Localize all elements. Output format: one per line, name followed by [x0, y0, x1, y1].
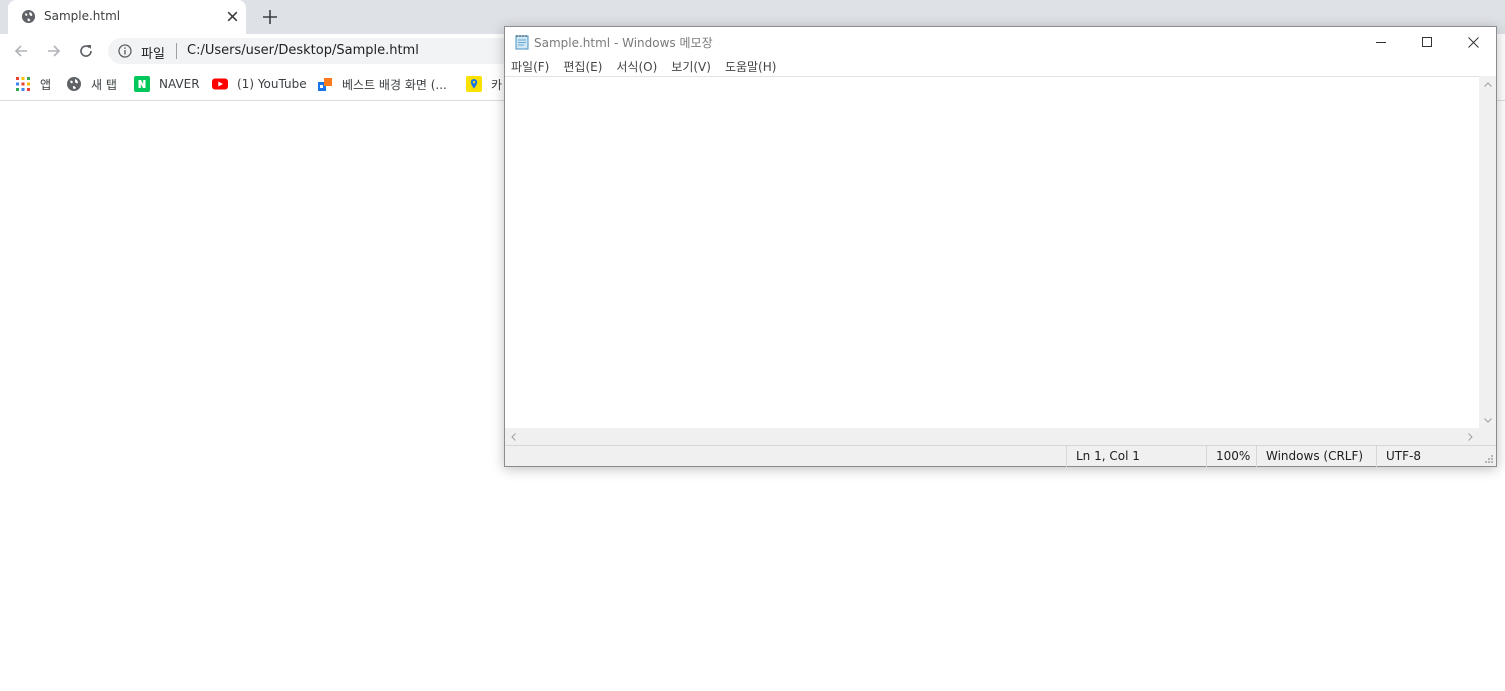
bookmark-label: 앱 [40, 77, 52, 92]
bookmark-wallpaper[interactable]: 베스트 배경 화면 (... [317, 75, 447, 93]
arrow-right-icon[interactable] [45, 42, 63, 60]
wallpaper-icon [318, 78, 332, 91]
bookmark-apps[interactable]: 앱 [15, 75, 51, 93]
close-icon[interactable] [226, 10, 239, 23]
chevron-left-icon [511, 432, 516, 441]
scroll-right-button[interactable] [1462, 428, 1479, 445]
arrow-left-icon[interactable] [12, 42, 30, 60]
chevron-down-icon [1483, 418, 1492, 423]
bookmark-new-tab[interactable]: 새 탭 [66, 75, 117, 93]
notepad-icon [515, 35, 529, 50]
chevron-up-icon [1483, 82, 1492, 87]
chevron-right-icon [1468, 432, 1473, 441]
notepad-title: Sample.html - Windows 메모장 [534, 36, 713, 50]
bookmark-label: 새 탭 [91, 77, 117, 92]
status-line-ending: Windows (CRLF) [1256, 446, 1376, 467]
reload-icon[interactable] [77, 42, 95, 60]
bookmark-kakao-map[interactable]: 카 [466, 75, 502, 93]
vertical-scrollbar[interactable] [1479, 76, 1496, 429]
status-encoding: UTF-8 [1376, 446, 1496, 467]
menu-edit[interactable]: 편집(E) [563, 58, 602, 75]
naver-icon [134, 76, 150, 92]
close-icon [1467, 36, 1479, 48]
address-bar[interactable]: 파일 C:/Users/user/Desktop/Sample.html [108, 38, 528, 64]
scroll-left-button[interactable] [505, 428, 522, 445]
notepad-titlebar[interactable]: Sample.html - Windows 메모장 [505, 27, 1496, 57]
status-cursor-position: Ln 1, Col 1 [1066, 446, 1206, 467]
minimize-icon [1376, 42, 1386, 43]
menu-file[interactable]: 파일(F) [511, 58, 549, 75]
menu-help[interactable]: 도움말(H) [725, 58, 777, 75]
menu-format[interactable]: 서식(O) [616, 58, 657, 75]
notepad-menubar: 파일(F) 편집(E) 서식(O) 보기(V) 도움말(H) [505, 57, 1496, 76]
resize-grip-icon[interactable] [1484, 454, 1494, 464]
close-button[interactable] [1450, 27, 1496, 57]
globe-icon [21, 9, 36, 24]
scroll-down-button[interactable] [1479, 412, 1496, 429]
bookmark-label: 베스트 배경 화면 (... [342, 77, 447, 92]
scheme-label: 파일 [141, 47, 165, 62]
horizontal-scrollbar[interactable] [505, 428, 1479, 445]
globe-icon [67, 77, 81, 91]
status-zoom: 100% [1206, 446, 1256, 467]
url-text[interactable]: C:/Users/user/Desktop/Sample.html [187, 43, 419, 58]
info-icon[interactable] [118, 44, 132, 58]
minimize-button[interactable] [1358, 27, 1404, 57]
omnibox-divider [176, 43, 177, 59]
apps-grid-icon [16, 77, 30, 91]
plus-icon[interactable] [261, 8, 279, 26]
menu-view[interactable]: 보기(V) [671, 58, 711, 75]
text-editor-area[interactable] [505, 76, 1496, 428]
bookmark-label: (1) YouTube [237, 77, 307, 91]
scrollbar-corner [1479, 428, 1496, 445]
scroll-up-button[interactable] [1479, 76, 1496, 93]
tab-sample-html[interactable]: Sample.html [8, 0, 246, 34]
map-pin-icon [466, 76, 482, 92]
maximize-button[interactable] [1404, 27, 1450, 57]
status-bar: Ln 1, Col 1 100% Windows (CRLF) UTF-8 [505, 445, 1496, 467]
tab-title: Sample.html [44, 9, 121, 23]
youtube-icon [212, 78, 228, 90]
bookmark-youtube[interactable]: (1) YouTube [212, 75, 307, 93]
maximize-icon [1422, 37, 1432, 47]
bookmark-naver[interactable]: NAVER [134, 75, 200, 93]
bookmark-label: NAVER [159, 77, 200, 91]
bookmark-label: 카 [491, 77, 503, 92]
notepad-window: Sample.html - Windows 메모장 파일(F) 편집(E) 서식… [504, 26, 1497, 467]
